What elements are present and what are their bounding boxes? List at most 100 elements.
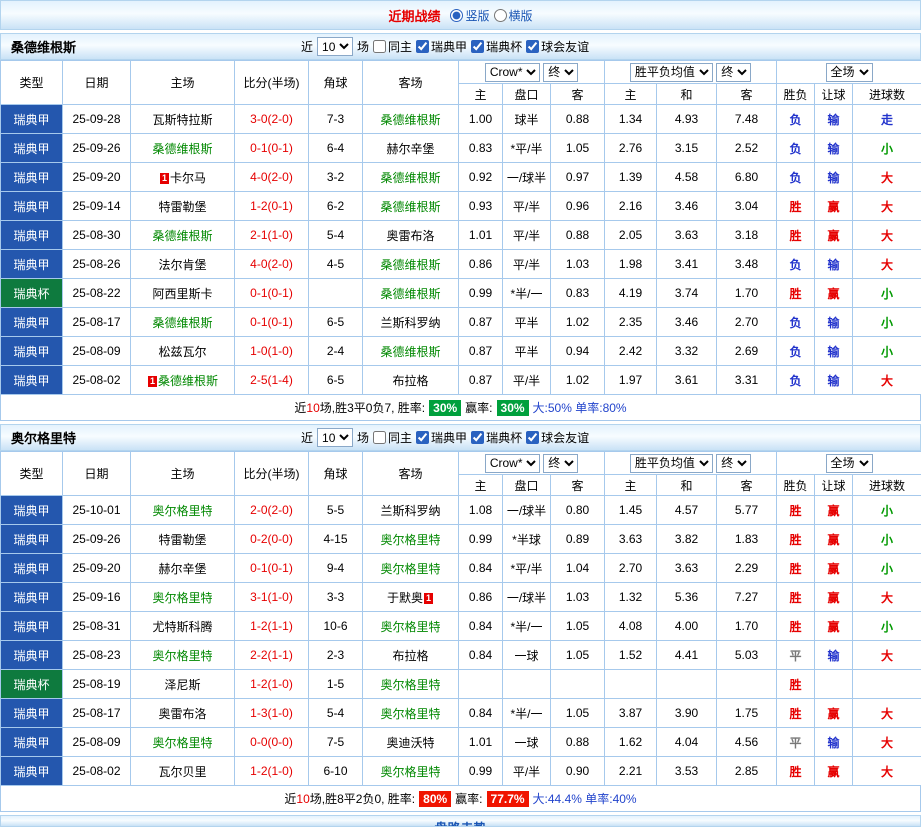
corners: 5-4	[309, 221, 363, 250]
avg-win: 1.39	[605, 163, 657, 192]
handicap: *半/一	[503, 279, 551, 308]
filter-friendly[interactable]: 球会友谊	[526, 429, 589, 446]
score: 2-1(1-0)	[235, 221, 309, 250]
avg-draw: 4.41	[657, 641, 717, 670]
filter-friendly[interactable]: 球会友谊	[526, 38, 589, 55]
league-type: 瑞典甲	[1, 105, 63, 134]
col-result: 胜负	[777, 475, 815, 496]
cup-checkbox[interactable]	[471, 40, 484, 53]
friendly-checkbox[interactable]	[526, 431, 539, 444]
corners: 7-5	[309, 728, 363, 757]
odds-company-select[interactable]: Crow*	[485, 63, 540, 82]
avg-draw: 3.41	[657, 250, 717, 279]
result: 平	[777, 641, 815, 670]
avg-time-select[interactable]: 终	[716, 454, 751, 473]
odds-away: 1.05	[551, 134, 605, 163]
avg-lose: 2.52	[717, 134, 777, 163]
team-name: 赫尔辛堡	[158, 562, 206, 576]
full-match-select[interactable]: 全场	[826, 454, 873, 473]
col-avg-draw: 和	[657, 475, 717, 496]
avg-time-select[interactable]: 终	[716, 63, 751, 82]
away-team: 桑德维根斯	[363, 279, 459, 308]
layout-vertical-radio[interactable]: 竖版	[450, 7, 489, 24]
league-type: 瑞典甲	[1, 337, 63, 366]
match-date: 25-08-17	[63, 699, 131, 728]
odds-away: 0.88	[551, 728, 605, 757]
col-handicap: 盘口	[503, 475, 551, 496]
odds-home: 0.83	[459, 134, 503, 163]
profit-rate-label: 赢率:	[465, 399, 492, 416]
avg-lose: 7.27	[717, 583, 777, 612]
avg-win: 1.62	[605, 728, 657, 757]
match-date: 25-08-02	[63, 757, 131, 786]
match-row: 瑞典甲25-09-16奥尔格里特3-1(1-0)3-3于默奥10.86一/球半1…	[1, 583, 921, 612]
horizontal-radio-input[interactable]	[494, 9, 507, 22]
avg-win: 4.08	[605, 612, 657, 641]
match-date: 25-08-09	[63, 337, 131, 366]
home-team: 松兹瓦尔	[131, 337, 235, 366]
filter-cup[interactable]: 瑞典杯	[471, 429, 522, 446]
odds-away: 0.90	[551, 757, 605, 786]
score: 2-2(1-1)	[235, 641, 309, 670]
odds-company-select[interactable]: Crow*	[485, 454, 540, 473]
match-count-select[interactable]: 10	[317, 37, 353, 56]
league-type: 瑞典甲	[1, 554, 63, 583]
same-home-checkbox[interactable]	[373, 431, 386, 444]
league-checkbox[interactable]	[416, 431, 429, 444]
matches-table: 类型 日期 主场 比分(半场) 角球 客场 Crow* 终 胜平负均值 终 全场	[0, 60, 921, 395]
avg-win	[605, 670, 657, 699]
odds-time-select[interactable]: 终	[543, 63, 578, 82]
full-match-select[interactable]: 全场	[826, 63, 873, 82]
league-label: 瑞典甲	[431, 429, 467, 446]
friendly-checkbox[interactable]	[526, 40, 539, 53]
filter-league[interactable]: 瑞典甲	[416, 429, 467, 446]
avg-draw: 4.04	[657, 728, 717, 757]
col-away: 客场	[363, 452, 459, 496]
filter-same-home[interactable]: 同主	[373, 429, 412, 446]
match-row: 瑞典甲25-09-20赫尔辛堡0-1(0-1)9-4奥尔格里特0.84*平/半1…	[1, 554, 921, 583]
handicap	[503, 670, 551, 699]
cup-checkbox[interactable]	[471, 431, 484, 444]
summary-tail: 大:50% 单率:80%	[533, 399, 627, 416]
avg-draw	[657, 670, 717, 699]
handicap: *半/一	[503, 612, 551, 641]
score: 0-2(0-0)	[235, 525, 309, 554]
match-count-select[interactable]: 10	[317, 428, 353, 447]
handicap: 一球	[503, 728, 551, 757]
same-home-checkbox[interactable]	[373, 40, 386, 53]
match-date: 25-08-23	[63, 641, 131, 670]
team-name: 桑德维根斯	[152, 229, 212, 243]
handicap: 平半	[503, 337, 551, 366]
cup-label: 瑞典杯	[486, 38, 522, 55]
team-name: 布拉格	[392, 374, 428, 388]
goals-result: 小	[853, 337, 921, 366]
league-checkbox[interactable]	[416, 40, 429, 53]
filter-cup[interactable]: 瑞典杯	[471, 38, 522, 55]
corners: 2-3	[309, 641, 363, 670]
filter-league[interactable]: 瑞典甲	[416, 38, 467, 55]
filter-same-home[interactable]: 同主	[373, 38, 412, 55]
team-name: 奥尔格里特	[380, 707, 440, 721]
odds-time-select[interactable]: 终	[543, 454, 578, 473]
avg-win: 2.42	[605, 337, 657, 366]
avg-select[interactable]: 胜平负均值	[630, 454, 713, 473]
odds-home: 0.86	[459, 250, 503, 279]
odds-select-cell: Crow* 终	[459, 452, 605, 475]
avg-lose: 2.29	[717, 554, 777, 583]
odds-home: 0.99	[459, 525, 503, 554]
score: 1-2(1-0)	[235, 670, 309, 699]
layout-horizontal-radio[interactable]: 横版	[494, 7, 533, 24]
match-row: 瑞典甲25-08-17奥雷布洛1-3(1-0)5-4奥尔格里特0.84*半/一1…	[1, 699, 921, 728]
near-label: 近	[301, 38, 313, 55]
vertical-radio-input[interactable]	[450, 9, 463, 22]
col-date: 日期	[63, 452, 131, 496]
matches-body: 瑞典甲25-10-01奥尔格里特2-0(2-0)5-5兰斯科罗纳1.08一/球半…	[1, 496, 921, 786]
corners: 6-5	[309, 308, 363, 337]
avg-win: 1.45	[605, 496, 657, 525]
score: 3-1(1-0)	[235, 583, 309, 612]
team-name: 松兹瓦尔	[158, 345, 206, 359]
avg-select[interactable]: 胜平负均值	[630, 63, 713, 82]
home-team: 1卡尔马	[131, 163, 235, 192]
team-name: 奥尔格里特	[380, 678, 440, 692]
league-type: 瑞典甲	[1, 221, 63, 250]
